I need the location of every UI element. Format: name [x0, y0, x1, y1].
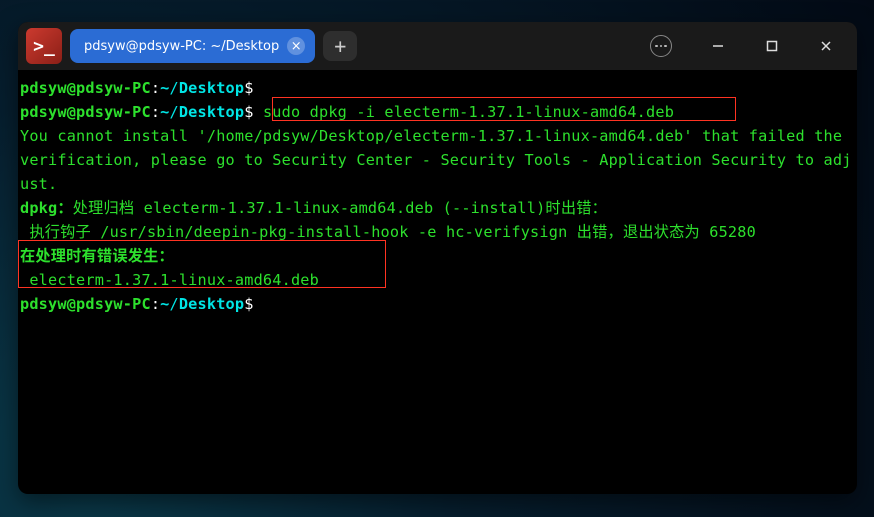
titlebar: >_ pdsyw@pdsyw-PC: ~/Desktop × +	[18, 22, 857, 70]
close-icon	[819, 39, 833, 53]
dpkg-msg: 处理归档 electerm-1.37.1-linux-amd64.deb (--…	[73, 199, 607, 217]
tab-close-button[interactable]: ×	[287, 37, 305, 55]
prompt-tilde: ~	[160, 295, 169, 313]
hook-prefix: 执行钩子	[20, 223, 100, 241]
prompt-colon: :	[151, 103, 160, 121]
prompt-tilde: ~	[160, 79, 169, 97]
tab-title: pdsyw@pdsyw-PC: ~/Desktop	[84, 39, 279, 54]
prompt-user: pdsyw@pdsyw-PC	[20, 103, 151, 121]
prompt-dir: Desktop	[179, 103, 244, 121]
hook-path: /usr/sbin/deepin-pkg-install-hook -e hc-…	[100, 223, 756, 241]
prompt-colon: :	[151, 79, 160, 97]
prompt-slash: /	[170, 79, 179, 97]
cmd-dpkg: sudo dpkg -i electerm-1.37.1-linux-amd64…	[263, 103, 674, 121]
prompt-user: pdsyw@pdsyw-PC	[20, 79, 151, 97]
terminal-window: >_ pdsyw@pdsyw-PC: ~/Desktop × + pdsyw@p…	[18, 22, 857, 494]
maximize-icon	[765, 39, 779, 53]
prompt-slash: /	[170, 103, 179, 121]
prompt-dollar: $	[244, 79, 253, 97]
new-tab-button[interactable]: +	[323, 31, 357, 61]
prompt-user: pdsyw@pdsyw-PC	[20, 295, 151, 313]
prompt-dollar: $	[244, 103, 253, 121]
err-header: 在处理时有错误发生：	[20, 247, 174, 265]
tab-active[interactable]: pdsyw@pdsyw-PC: ~/Desktop ×	[70, 29, 315, 63]
err-file: electerm-1.37.1-linux-amd64.deb	[20, 271, 319, 289]
dpkg-label: dpkg：	[20, 199, 73, 217]
prompt-dir: Desktop	[179, 79, 244, 97]
minimize-icon	[711, 39, 725, 53]
prompt-dollar: $	[244, 295, 253, 313]
warn-text: You cannot install '/home/pdsyw/Desktop/…	[20, 127, 852, 193]
prompt-tilde: ~	[160, 103, 169, 121]
close-button[interactable]	[803, 23, 849, 69]
more-icon	[650, 35, 672, 57]
maximize-button[interactable]	[749, 23, 795, 69]
minimize-button[interactable]	[695, 23, 741, 69]
prompt-slash: /	[170, 295, 179, 313]
more-menu-button[interactable]	[641, 23, 687, 69]
terminal-app-icon: >_	[26, 28, 62, 64]
prompt-dir: Desktop	[179, 295, 244, 313]
terminal-output[interactable]: pdsyw@pdsyw-PC:~/Desktop$ pdsyw@pdsyw-PC…	[18, 70, 857, 494]
prompt-colon: :	[151, 295, 160, 313]
